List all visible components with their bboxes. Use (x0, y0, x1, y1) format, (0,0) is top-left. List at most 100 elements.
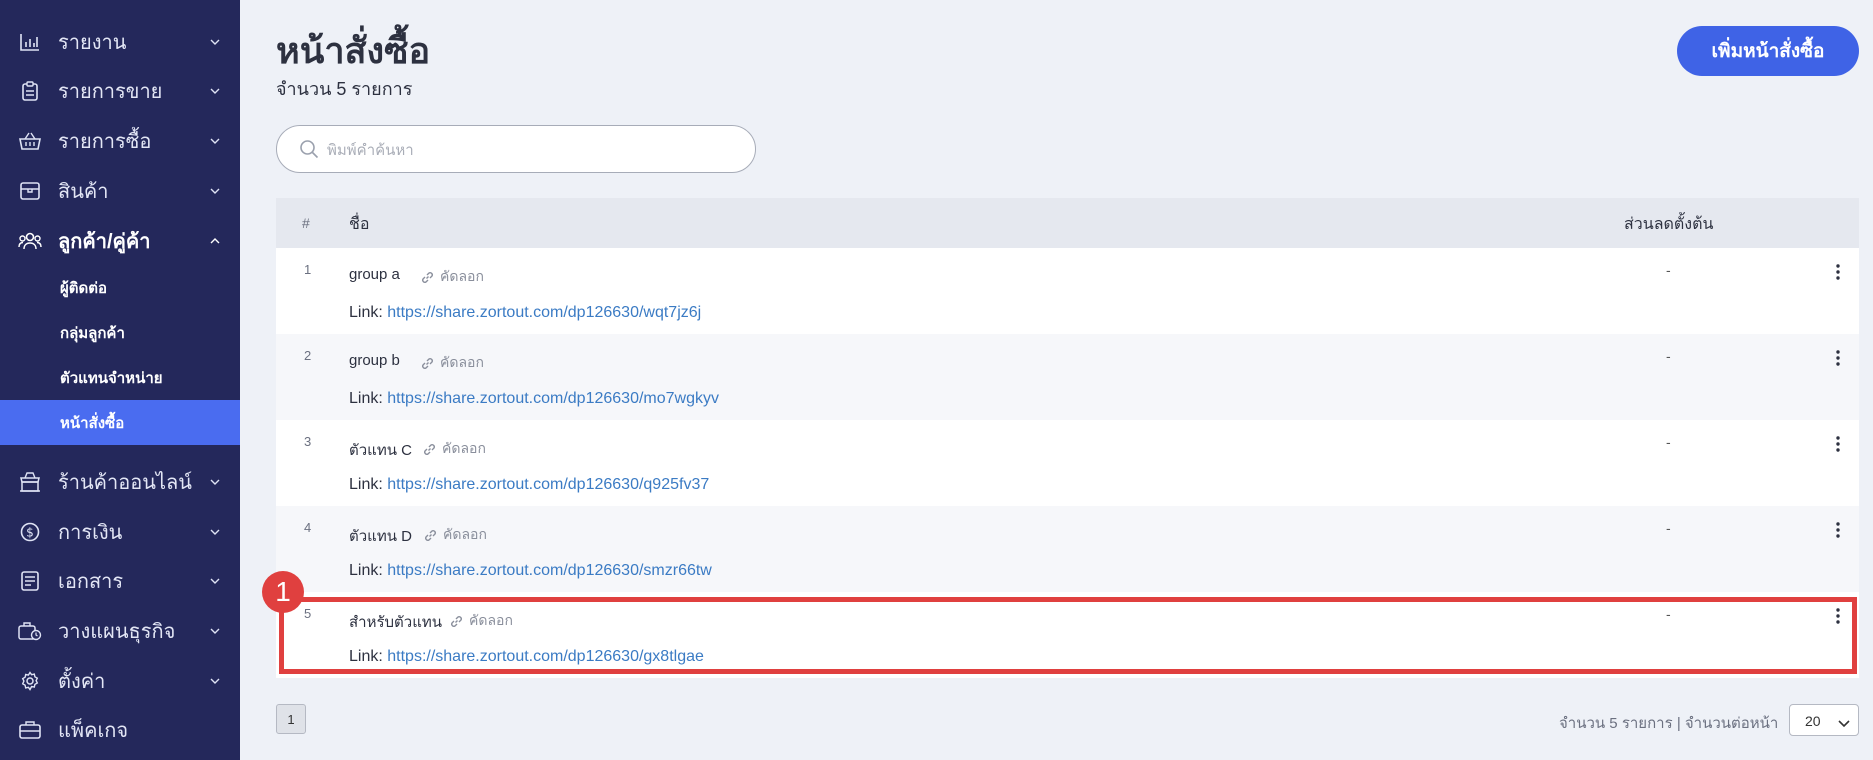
row-link: Link: https://share.zortout.com/dp126630… (349, 476, 709, 494)
highlight-box (279, 597, 1857, 674)
sidebar-item-label: เอกสาร (58, 571, 124, 593)
chevron-down-icon (1838, 715, 1850, 728)
sidebar-item-label: แพ็คเกจ (58, 720, 129, 742)
page-title: หน้าสั่งซื้อ (276, 30, 431, 71)
sidebar-item-label: รายการซื้อ (58, 131, 152, 153)
step-badge: 1 (262, 571, 304, 613)
link-icon (424, 443, 435, 455)
sidebar-item-customers[interactable]: ลูกค้า/คู่ค้า (0, 216, 240, 266)
package-icon (18, 718, 42, 742)
users-icon (18, 229, 42, 253)
sidebar-item-online-store[interactable]: ร้านค้าออนไลน์ (0, 457, 240, 507)
row-discount: - (1666, 434, 1671, 450)
bar-chart-icon (18, 30, 42, 54)
copy-link-button[interactable]: คัดลอก (423, 524, 487, 546)
sidebar-subitem-customer-groups[interactable]: กลุ่มลูกค้า (0, 310, 240, 355)
sidebar: รายงาน รายการขาย รายการซื้อ สินค้า ลูกค้… (0, 0, 240, 760)
chevron-down-icon (208, 184, 222, 198)
share-link[interactable]: https://share.zortout.com/dp126630/q925f… (387, 476, 709, 493)
table-row: 4 ตัวแทน D คัดลอก Link: https://share.zo… (276, 506, 1859, 592)
page-button[interactable]: 1 (276, 704, 306, 734)
sidebar-item-sales[interactable]: รายการขาย (0, 66, 240, 116)
document-icon (18, 569, 42, 593)
sidebar-item-package[interactable]: แพ็คเกจ (0, 705, 240, 755)
link-icon (422, 357, 433, 369)
link-prefix: Link: (349, 390, 383, 407)
sidebar-item-documents[interactable]: เอกสาร (0, 556, 240, 606)
copy-label: คัดลอก (440, 354, 484, 370)
share-link[interactable]: https://share.zortout.com/dp126630/mo7wg… (387, 390, 719, 407)
link-prefix: Link: (349, 562, 383, 579)
sidebar-item-purchases[interactable]: รายการซื้อ (0, 116, 240, 166)
row-discount: - (1666, 262, 1671, 278)
sidebar-item-label: รายงาน (58, 32, 127, 54)
chevron-up-icon (208, 234, 222, 248)
copy-link-button[interactable]: คัดลอก (420, 266, 484, 288)
row-name: ตัวแทน D (349, 528, 412, 545)
sidebar-item-business-plan[interactable]: วางแผนธุรกิจ (0, 606, 240, 656)
svg-text:$: $ (26, 526, 34, 540)
column-header-discount: ส่วนลดตั้งต้น (1624, 216, 1714, 233)
sidebar-item-settings[interactable]: ตั้งค่า (0, 656, 240, 706)
column-header-name: ชื่อ (349, 216, 370, 233)
sidebar-subitem-label: ผู้ติดต่อ (60, 279, 108, 297)
table-row: 1 group a คัดลอก Link: https://share.zor… (276, 248, 1859, 334)
sidebar-item-label: สินค้า (58, 181, 109, 203)
row-discount: - (1666, 520, 1671, 536)
copy-label: คัดลอก (442, 440, 486, 456)
sidebar-item-reports[interactable]: รายงาน (0, 17, 240, 67)
row-number: 1 (304, 262, 312, 277)
row-number: 3 (304, 434, 312, 449)
copy-link-button[interactable]: คัดลอก (420, 352, 484, 374)
copy-label: คัดลอก (440, 268, 484, 284)
gear-icon (18, 669, 42, 693)
chevron-down-icon (208, 84, 222, 98)
more-options-icon[interactable] (1832, 348, 1844, 368)
link-prefix: Link: (349, 476, 383, 493)
per-page-value: 20 (1805, 713, 1821, 729)
page-subtitle: จำนวน 5 รายการ (276, 79, 413, 99)
row-name: group b (349, 352, 400, 369)
row-name: group a (349, 266, 400, 283)
share-link[interactable]: https://share.zortout.com/dp126630/wqt7j… (387, 304, 701, 321)
link-prefix: Link: (349, 304, 383, 321)
sidebar-item-label: ร้านค้าออนไลน์ (58, 472, 192, 494)
sidebar-item-finance[interactable]: $ การเงิน (0, 507, 240, 557)
chevron-down-icon (208, 134, 222, 148)
sidebar-item-products[interactable]: สินค้า (0, 166, 240, 216)
sidebar-item-label: วางแผนธุรกิจ (58, 621, 176, 643)
copy-label: คัดลอก (443, 526, 487, 542)
table-row: 3 ตัวแทน C คัดลอก Link: https://share.zo… (276, 420, 1859, 506)
briefcase-plan-icon (18, 619, 42, 643)
sidebar-subitem-label: กลุ่มลูกค้า (60, 324, 125, 342)
chevron-down-icon (208, 525, 222, 539)
row-name: ตัวแทน C (349, 442, 412, 459)
per-page-select[interactable]: 20 (1789, 704, 1859, 736)
search-input[interactable] (327, 138, 727, 162)
link-icon (425, 529, 436, 541)
share-link[interactable]: https://share.zortout.com/dp126630/smzr6… (387, 562, 712, 579)
store-icon (18, 470, 42, 494)
more-options-icon[interactable] (1832, 520, 1844, 540)
sidebar-subitem-label: หน้าสั่งซื้อ (60, 414, 125, 432)
chevron-down-icon (208, 475, 222, 489)
more-options-icon[interactable] (1832, 434, 1844, 454)
clipboard-icon (18, 79, 42, 103)
sidebar-subitem-contacts[interactable]: ผู้ติดต่อ (0, 265, 240, 310)
search-icon (299, 139, 319, 159)
sidebar-item-label: การเงิน (58, 522, 123, 544)
box-icon (18, 179, 42, 203)
sidebar-subitem-order-pages[interactable]: หน้าสั่งซื้อ (0, 400, 240, 445)
row-number: 4 (304, 520, 312, 535)
more-options-icon[interactable] (1832, 262, 1844, 282)
sidebar-subitem-resellers[interactable]: ตัวแทนจำหน่าย (0, 355, 240, 400)
copy-link-button[interactable]: คัดลอก (422, 438, 486, 460)
row-link: Link: https://share.zortout.com/dp126630… (349, 304, 701, 322)
sidebar-item-label: ลูกค้า/คู่ค้า (58, 231, 151, 253)
sidebar-item-label: รายการขาย (58, 81, 163, 103)
chevron-down-icon (208, 674, 222, 688)
row-discount: - (1666, 348, 1671, 364)
basket-icon (18, 129, 42, 153)
coin-icon: $ (18, 520, 42, 544)
add-order-page-button[interactable]: เพิ่มหน้าสั่งซื้อ (1677, 26, 1859, 76)
